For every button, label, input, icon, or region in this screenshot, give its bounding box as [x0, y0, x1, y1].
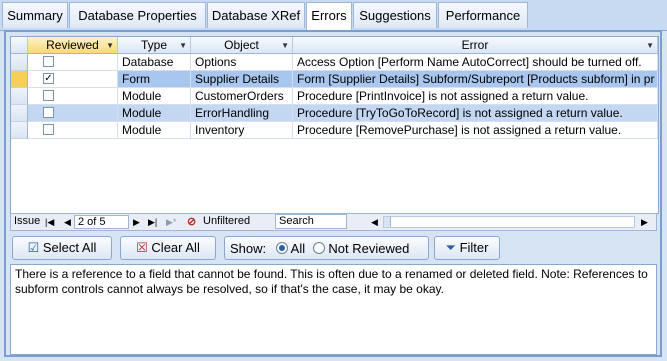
- dropdown-arrow-icon[interactable]: ▼: [646, 37, 654, 54]
- table-row[interactable]: ✓ Form Supplier Details Form [Supplier D…: [11, 71, 658, 88]
- column-header-object[interactable]: Object ▼: [191, 37, 293, 54]
- column-header-error[interactable]: Error ▼: [293, 37, 658, 54]
- tab-suggestions[interactable]: Suggestions: [353, 2, 437, 28]
- previous-record-icon[interactable]: ◀: [64, 217, 71, 228]
- row-selector[interactable]: [11, 105, 28, 122]
- show-all-radio[interactable]: [275, 242, 288, 254]
- record-position-field[interactable]: 2 of 5: [74, 215, 129, 229]
- object-cell: CustomerOrders: [191, 88, 293, 105]
- record-nav-label: Issue: [14, 215, 41, 227]
- type-cell: Module: [118, 105, 191, 122]
- column-label-type: Type: [140, 38, 167, 52]
- dropdown-arrow-icon[interactable]: ▼: [106, 37, 114, 54]
- object-cell: Inventory: [191, 122, 293, 139]
- error-cell: Procedure [TryToGoToRecord] is not assig…: [293, 105, 658, 122]
- table-row[interactable]: Module Inventory Procedure [RemovePurcha…: [11, 122, 658, 139]
- row-selector[interactable]: [11, 71, 28, 88]
- column-label-object: Object: [224, 38, 259, 52]
- error-cell: Procedure [PrintInvoice] is not assigned…: [293, 88, 658, 105]
- column-label-reviewed: Reviewed: [46, 38, 99, 52]
- error-cell: Access Option [Perform Name AutoCorrect]…: [293, 54, 658, 71]
- record-navigation-bar: Issue |◀ ◀ 2 of 5 ▶ ▶| ▶* ⊘ Unfiltered S…: [10, 213, 657, 231]
- error-detail-text: There is a reference to a field that can…: [10, 264, 657, 355]
- clear-all-icon: ☒: [136, 240, 148, 255]
- show-not-reviewed-label[interactable]: Not Reviewed: [328, 241, 409, 256]
- column-label-error: Error: [461, 38, 489, 52]
- error-cell: Procedure [RemovePurchase] is not assign…: [293, 122, 658, 139]
- tab-errors[interactable]: Errors: [306, 2, 352, 31]
- last-record-icon[interactable]: ▶|: [148, 217, 157, 228]
- type-cell: Module: [118, 122, 191, 139]
- tab-database-xref[interactable]: Database XRef: [207, 2, 305, 28]
- object-cell: ErrorHandling: [191, 105, 293, 122]
- tab-summary[interactable]: Summary: [2, 2, 68, 28]
- dropdown-arrow-icon[interactable]: ▼: [281, 37, 289, 54]
- search-input[interactable]: Search: [275, 214, 347, 229]
- type-cell: Form: [118, 71, 191, 88]
- filter-label: Filter: [459, 240, 489, 255]
- row-selector[interactable]: [11, 122, 28, 139]
- filter-button[interactable]: ⏷ Filter: [434, 236, 500, 260]
- type-cell: Module: [118, 88, 191, 105]
- new-record-icon[interactable]: ▶*: [166, 217, 176, 228]
- clear-all-label: Clear All: [151, 240, 200, 255]
- filter-status-text[interactable]: Unfiltered: [203, 215, 250, 227]
- filter-status-icon: ⊘: [187, 216, 197, 228]
- show-all-label[interactable]: All: [291, 241, 305, 256]
- dropdown-arrow-icon[interactable]: ▼: [179, 37, 187, 54]
- select-all-label: Select All: [42, 240, 97, 255]
- select-all-button[interactable]: ☑ Select All: [12, 236, 112, 260]
- column-header-reviewed[interactable]: Reviewed ▼: [28, 37, 118, 54]
- first-record-icon[interactable]: |◀: [45, 217, 54, 228]
- error-cell: Form [Supplier Details] Subform/Subrepor…: [293, 71, 658, 88]
- clear-all-button[interactable]: ☒ Clear All: [120, 236, 216, 260]
- scroll-left-icon[interactable]: ◀: [371, 217, 378, 228]
- horizontal-scrollbar[interactable]: [383, 216, 635, 228]
- show-filter-group: Show: All Not Reviewed: [224, 236, 429, 260]
- table-row[interactable]: Module CustomerOrders Procedure [PrintIn…: [11, 88, 658, 105]
- tab-database-properties[interactable]: Database Properties: [69, 2, 206, 28]
- select-all-icon: ☑: [27, 240, 40, 255]
- row-selector[interactable]: [11, 88, 28, 105]
- table-row[interactable]: Database Options Access Option [Perform …: [11, 54, 658, 71]
- select-all-corner[interactable]: [11, 37, 28, 54]
- scrollbar-thumb[interactable]: [384, 217, 391, 227]
- show-not-reviewed-radio[interactable]: [312, 242, 325, 254]
- reviewed-checkbox[interactable]: ✓: [43, 73, 54, 84]
- tab-performance[interactable]: Performance: [438, 2, 528, 28]
- table-row[interactable]: Module ErrorHandling Procedure [TryToGoT…: [11, 105, 658, 122]
- tab-strip: Summary Database Properties Database XRe…: [0, 0, 667, 31]
- row-selector[interactable]: [11, 54, 28, 71]
- object-cell: Supplier Details: [191, 71, 293, 88]
- filter-funnel-icon: ⏷: [445, 240, 456, 255]
- type-cell: Database: [118, 54, 191, 71]
- object-cell: Options: [191, 54, 293, 71]
- next-record-icon[interactable]: ▶: [133, 217, 140, 228]
- column-header-type[interactable]: Type ▼: [118, 37, 191, 54]
- scroll-right-icon[interactable]: ▶: [641, 217, 648, 228]
- errors-datasheet: Reviewed ▼ Type ▼ Object ▼ Error ▼ Datab…: [10, 36, 659, 214]
- show-label: Show:: [230, 241, 267, 256]
